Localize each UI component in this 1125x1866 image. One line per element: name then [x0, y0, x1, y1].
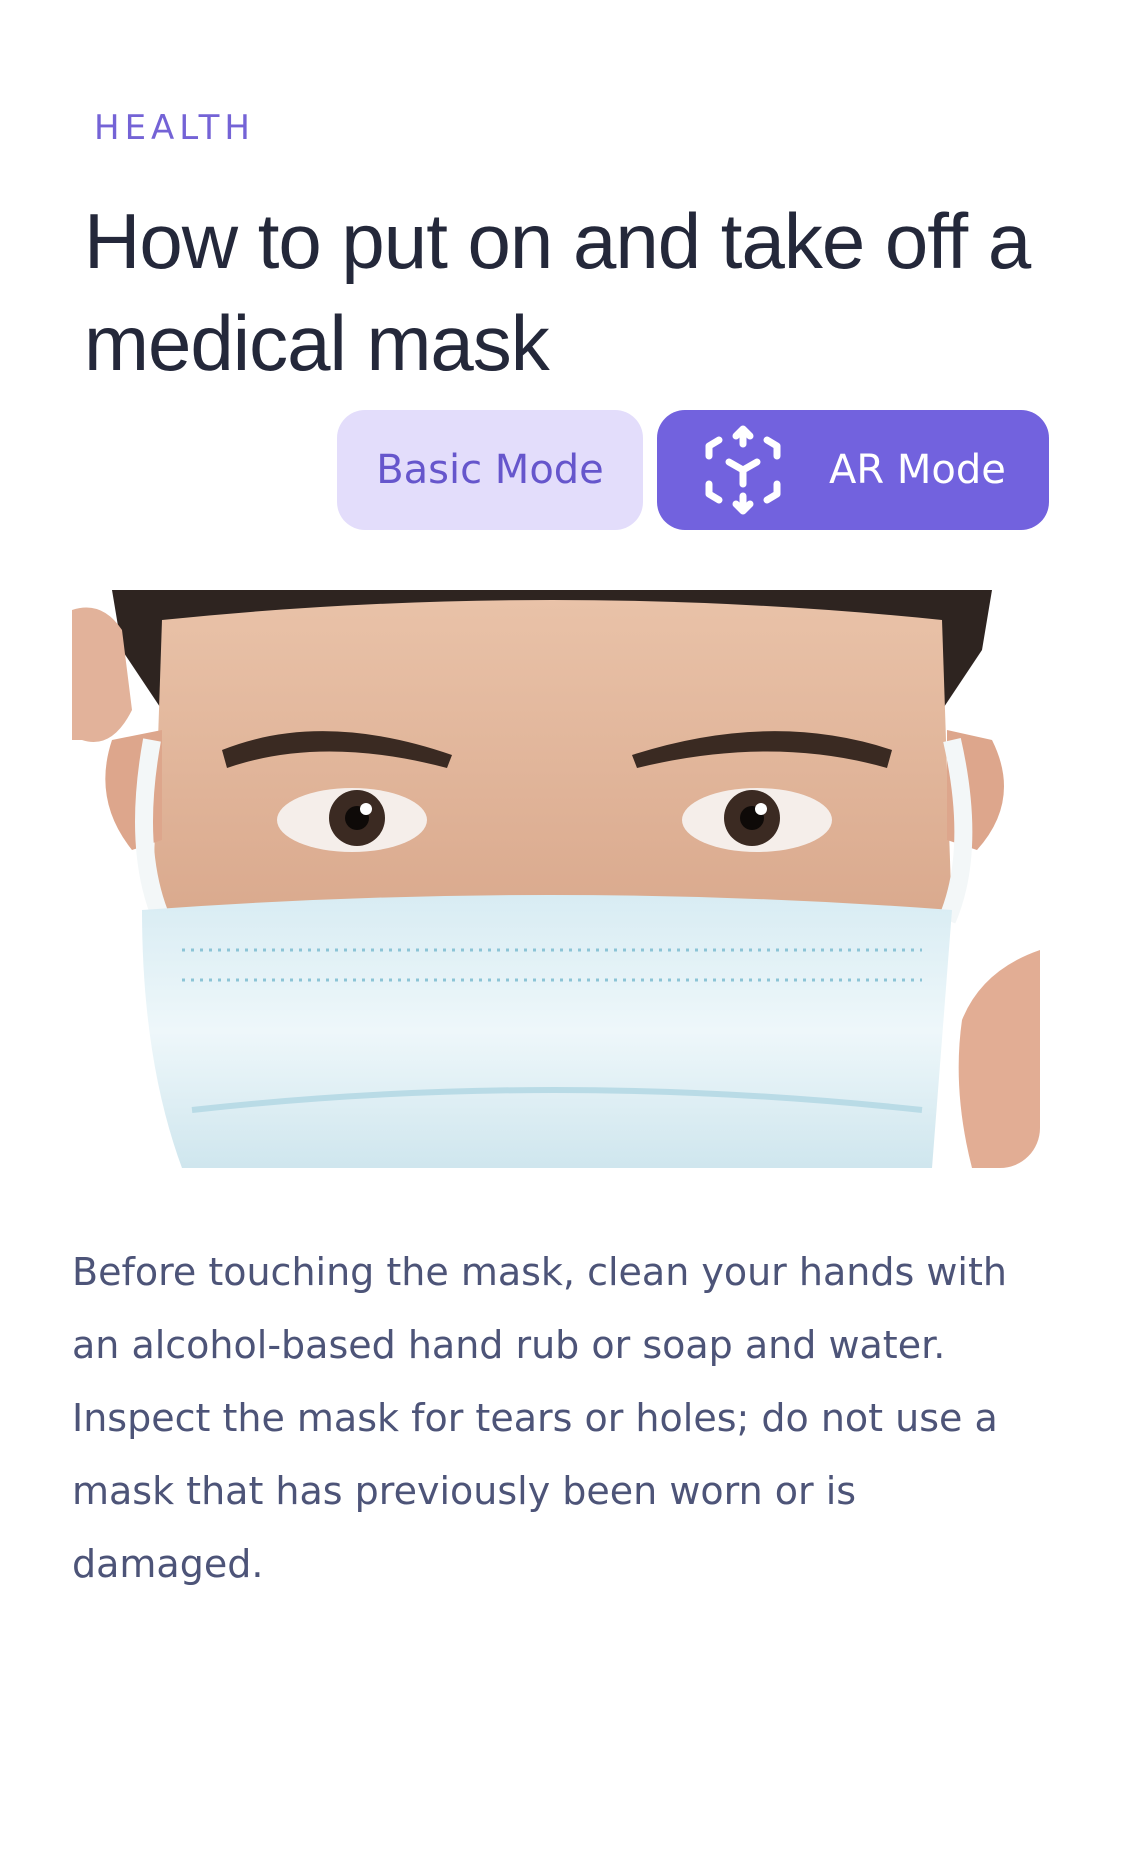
- mode-switcher: Basic Mode AR Mode: [337, 410, 1049, 530]
- paragraph-inspect-mask: Inspect the mask for tears or holes; do …: [72, 1396, 998, 1586]
- ar-cube-icon: [705, 425, 781, 515]
- page-title: How to put on and take off a medical mas…: [84, 197, 1031, 387]
- person-wearing-mask-illustration: [72, 590, 1040, 1168]
- ar-mode-label: AR Mode: [829, 447, 1006, 493]
- paragraph-hand-cleaning: Before touching the mask, clean your han…: [72, 1250, 1007, 1367]
- ar-mode-button[interactable]: AR Mode: [657, 410, 1049, 530]
- hero-image: [72, 590, 1040, 1168]
- article-body: Before touching the mask, clean your han…: [72, 1236, 1032, 1601]
- basic-mode-button[interactable]: Basic Mode: [337, 410, 643, 530]
- article-category: HEALTH: [94, 108, 255, 148]
- basic-mode-label: Basic Mode: [376, 447, 604, 493]
